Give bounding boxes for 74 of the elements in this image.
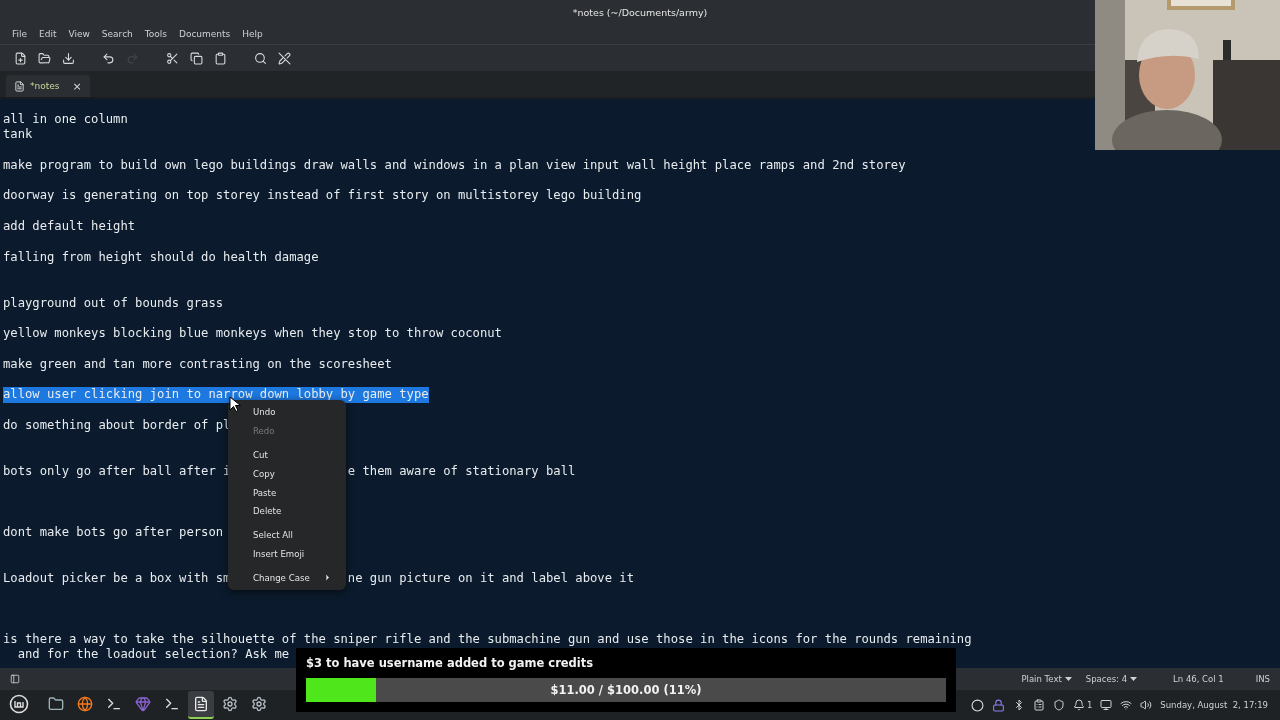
taskbar-app-button[interactable]: [188, 691, 214, 719]
terminal-icon: [164, 696, 180, 712]
context-menu-item[interactable]: Select All: [228, 525, 346, 545]
document-tab[interactable]: *notes ×: [6, 75, 90, 97]
insert-mode: INS: [1255, 674, 1270, 684]
terminal-icon: [106, 696, 122, 712]
text-line: and for the loadout selection? Ask me: [17, 647, 290, 663]
open-folder-icon: [37, 51, 51, 65]
caret-icon: [1064, 677, 1072, 681]
tab-label: *notes: [30, 81, 60, 91]
caret-icon: [1130, 677, 1138, 681]
shield-icon: [1052, 699, 1065, 711]
context-menu-item[interactable]: Change Case: [228, 568, 346, 588]
gem-icon: [135, 696, 151, 712]
text-line: yellow monkeys blocking blue monkeys when they stop to throw coconut: [3, 326, 502, 342]
monitor-icon: [1100, 699, 1113, 711]
scissors-icon: [165, 51, 179, 65]
progress-reading: $11.00 / $100.00 (11%): [550, 683, 702, 697]
download-icon: [61, 51, 75, 65]
text-line: make program to build own lego buildings draw walls and windows in a plan view input wall height place ramps and 2nd storey: [3, 157, 906, 174]
context-menu-item[interactable]: Delete: [228, 502, 346, 521]
context-menu-item[interactable]: Undo: [228, 403, 346, 422]
context-menu-item[interactable]: Cut: [228, 445, 346, 465]
menu-item[interactable]: Help: [236, 29, 269, 39]
menu-item[interactable]: Documents: [172, 29, 237, 39]
document-icon: [14, 80, 25, 92]
gear-icon: [222, 696, 238, 712]
bell-icon: [1072, 699, 1085, 711]
text-line: add default height: [3, 219, 136, 235]
menu-item[interactable]: File: [6, 29, 34, 39]
volume-icon: [1140, 699, 1153, 711]
text-line: playground out of bounds grass: [3, 295, 224, 311]
text-line: make green and tan more contrasting on the scoresheet: [3, 356, 392, 373]
text-line: is there a way to take the silhouette of the sniper rifle and the submachine gun and use those in the icons for the rounds remaining: [3, 632, 972, 648]
text-line: falling from height should do health damage: [3, 249, 319, 265]
menu-item[interactable]: Tools: [138, 29, 173, 39]
globe-icon: [77, 696, 93, 712]
mint-logo-icon: [9, 694, 29, 714]
close-button[interactable]: ×: [72, 79, 82, 93]
menu-item[interactable]: Edit: [33, 29, 63, 39]
undo-icon: [101, 51, 115, 65]
document-icon: [193, 696, 209, 712]
text-line: e them aware of stationary ball: [347, 463, 576, 480]
cursor-position: Ln 46, Col 1: [1173, 674, 1224, 684]
donation-goal-title: $3 to have username added to game credits: [306, 656, 595, 670]
text-line: do something about border of pl: [3, 417, 231, 434]
mouse-cursor-icon: [229, 396, 241, 412]
clock: Sunday, August 2, 17:19: [1160, 700, 1268, 710]
copy-icon: [189, 51, 203, 65]
new-document-icon: [13, 51, 27, 65]
context-menu-item[interactable]: Paste: [228, 483, 346, 502]
folder-icon: [48, 696, 64, 712]
wifi-icon: [1120, 699, 1133, 711]
lock-icon: [991, 698, 1005, 712]
text-line: all in one column: [3, 112, 128, 128]
text-line: tank: [3, 127, 33, 143]
sidebar-toggle-icon: [10, 674, 20, 684]
gear-icon: [251, 696, 267, 712]
clipboard-icon: [213, 51, 227, 65]
clipboard-icon: [1032, 699, 1045, 711]
search-icon: [253, 51, 267, 65]
pen-off-icon: [277, 51, 291, 65]
text-line: ne gun picture on it and label above it: [347, 570, 635, 587]
text-line: dont make bots go after person: [3, 525, 224, 541]
menu-item[interactable]: Search: [95, 29, 139, 39]
record-icon: [970, 698, 984, 712]
context-menu-item[interactable]: Copy: [228, 464, 346, 484]
context-menu-item[interactable]: Insert Emoji: [228, 544, 346, 564]
window-title: *notes (~/Documents/army): [572, 6, 708, 18]
text-line: doorway is generating on top storey instead of first story on multistorey lego building: [3, 188, 642, 204]
notification-count: 1: [1086, 700, 1093, 710]
language-selector[interactable]: Plain Text: [1021, 674, 1072, 684]
spaces-selector[interactable]: Spaces: 4: [1085, 674, 1138, 684]
menu-item[interactable]: View: [62, 29, 96, 39]
